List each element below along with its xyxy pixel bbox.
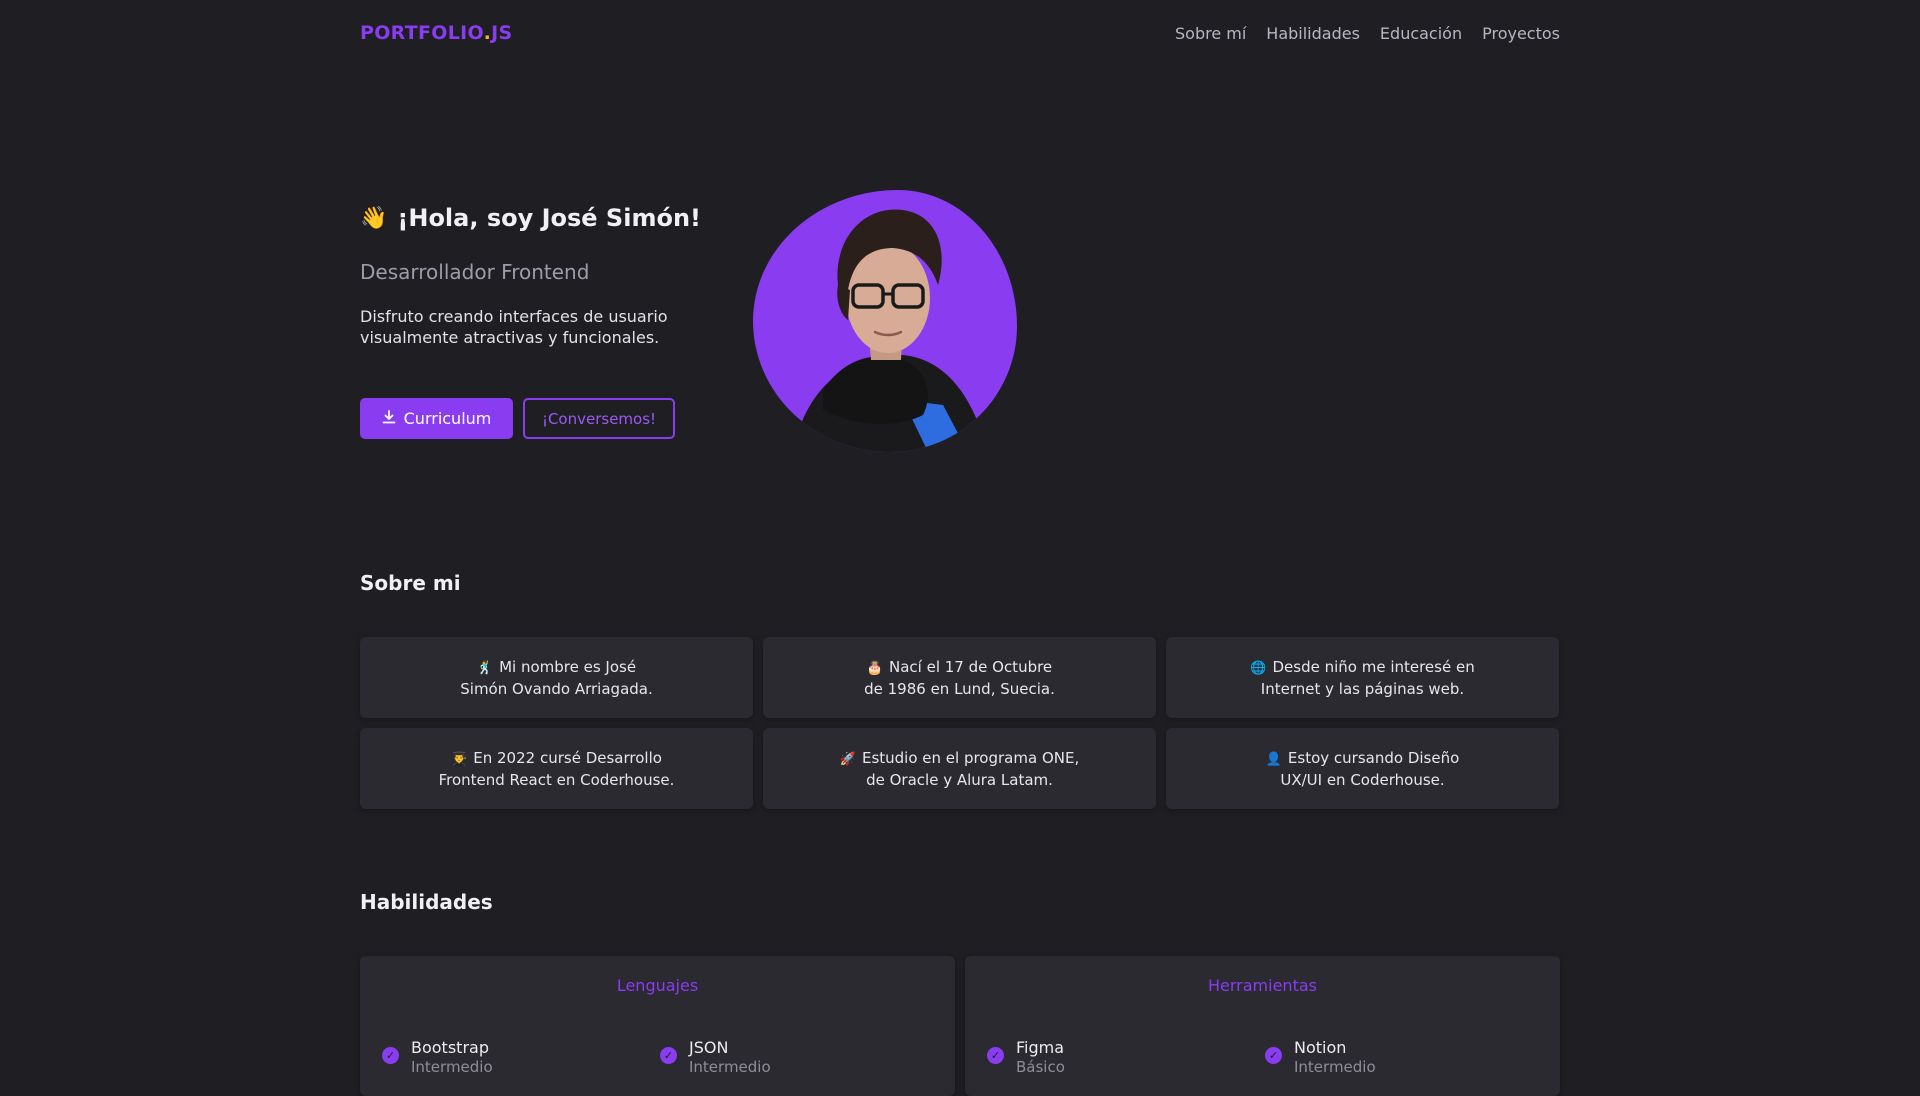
skill-group-title: Herramientas — [1208, 976, 1317, 995]
about-card: 🎂 Nací el 17 de Octubre de 1986 en Lund, … — [763, 637, 1156, 718]
site-logo[interactable]: PORTFOLIO.JS — [360, 22, 512, 44]
cake-icon: 🎂 — [866, 660, 883, 676]
about-card: 👨‍🎓 En 2022 cursé Desarrollo Frontend Rea… — [360, 728, 753, 809]
dancer-icon: 🕺 — [476, 660, 494, 676]
globe-icon: 🌐 — [1250, 660, 1267, 676]
skill-group-title: Lenguajes — [616, 976, 699, 995]
about-card-line: UX/UI en Coderhouse. — [1280, 770, 1445, 789]
top-nav: PORTFOLIO.JS Sobre mí Habilidades Educac… — [360, 22, 1560, 48]
check-icon: ✓ — [987, 1047, 1004, 1064]
download-icon — [382, 409, 396, 428]
skill-item: ✓ Figma Básico — [987, 1038, 1065, 1076]
about-card-line: Estoy cursando Diseño — [1287, 748, 1460, 767]
about-card-line: de 1986 en Lund, Suecia. — [864, 679, 1055, 698]
about-card-line: En 2022 cursé Desarrollo — [473, 748, 662, 767]
about-card: 👤 Estoy cursando Diseño UX/UI en Coderhou… — [1166, 728, 1559, 809]
about-card-line: de Oracle y Alura Latam. — [866, 770, 1053, 789]
skill-name: JSON — [689, 1038, 729, 1057]
nav-link-proyectos[interactable]: Proyectos — [1482, 24, 1560, 43]
nav-link-sobre-mi[interactable]: Sobre mí — [1175, 24, 1246, 43]
about-card-line: Simón Ovando Arriagada. — [460, 679, 653, 698]
skill-group-tools: Herramientas ✓ Figma Básico ✓ Notion Int… — [965, 956, 1560, 1096]
about-card: 🕺 Mi nombre es José Simón Ovando Arriagad… — [360, 637, 753, 718]
skill-item: ✓ Notion Intermedio — [1265, 1038, 1376, 1076]
person-icon: 👤 — [1265, 751, 1282, 767]
person-photo-icon — [793, 209, 988, 452]
about-section-title: Sobre mi — [360, 571, 461, 595]
skill-level: Intermedio — [1294, 1058, 1376, 1076]
rocket-icon: 🚀 — [839, 751, 856, 767]
nav-links: Sobre mí Habilidades Educación Proyectos — [1175, 24, 1560, 43]
page-container: PORTFOLIO.JS Sobre mí Habilidades Educac… — [360, 0, 1560, 1096]
nav-link-habilidades[interactable]: Habilidades — [1266, 24, 1360, 43]
download-cv-label: Curriculum — [403, 409, 492, 428]
skills-section-title: Habilidades — [360, 890, 493, 914]
skill-level: Intermedio — [411, 1058, 493, 1076]
hero-title: 👋 ¡Hola, soy José Simón! — [360, 204, 701, 232]
about-card: 🌐 Desde niño me interesé en Internet y la… — [1166, 637, 1559, 718]
about-card-line: Mi nombre es José — [499, 657, 637, 676]
wave-icon: 👋 — [360, 205, 388, 231]
about-card: 🚀 Estudio en el programa ONE, de Oracle y… — [763, 728, 1156, 809]
about-card-line: Frontend React en Coderhouse. — [438, 770, 675, 789]
check-icon: ✓ — [660, 1047, 677, 1064]
hero-subtitle: Desarrollador Frontend — [360, 260, 590, 284]
download-cv-button[interactable]: Curriculum — [360, 398, 513, 439]
logo-dot: . — [483, 22, 492, 44]
skill-item: ✓ Bootstrap Intermedio — [382, 1038, 493, 1076]
hero-description: Disfruto creando interfaces de usuario v… — [360, 307, 668, 347]
skill-item: ✓ JSON Intermedio — [660, 1038, 771, 1076]
skill-group-languages: Lenguajes ✓ Bootstrap Intermedio ✓ JSON … — [360, 956, 955, 1096]
about-cards-grid: 🕺 Mi nombre es José Simón Ovando Arriagad… — [360, 637, 1560, 809]
skill-level: Intermedio — [689, 1058, 771, 1076]
skill-name: Bootstrap — [411, 1038, 489, 1057]
about-card-line: Nací el 17 de Octubre — [889, 657, 1053, 676]
hero-title-text: ¡Hola, soy José Simón! — [397, 204, 701, 232]
skill-name: Figma — [1016, 1038, 1065, 1057]
check-icon: ✓ — [1265, 1047, 1282, 1064]
nav-link-educacion[interactable]: Educación — [1380, 24, 1462, 43]
logo-main-text: PORTFOLIO — [360, 22, 484, 44]
skill-name: Notion — [1294, 1038, 1347, 1057]
about-card-line: Desde niño me interesé en — [1272, 657, 1475, 676]
contact-button[interactable]: ¡Conversemos! — [523, 398, 675, 439]
student-icon: 👨‍🎓 — [451, 751, 468, 767]
logo-suffix-text: JS — [491, 22, 513, 44]
skill-level: Básico — [1016, 1058, 1065, 1076]
avatar — [753, 190, 1017, 452]
avatar-blob — [753, 190, 1017, 452]
check-icon: ✓ — [382, 1047, 399, 1064]
about-card-line: Internet y las páginas web. — [1260, 679, 1465, 698]
about-card-line: Estudio en el programa ONE, — [861, 748, 1080, 767]
skills-grid: Lenguajes ✓ Bootstrap Intermedio ✓ JSON … — [360, 956, 1560, 1096]
